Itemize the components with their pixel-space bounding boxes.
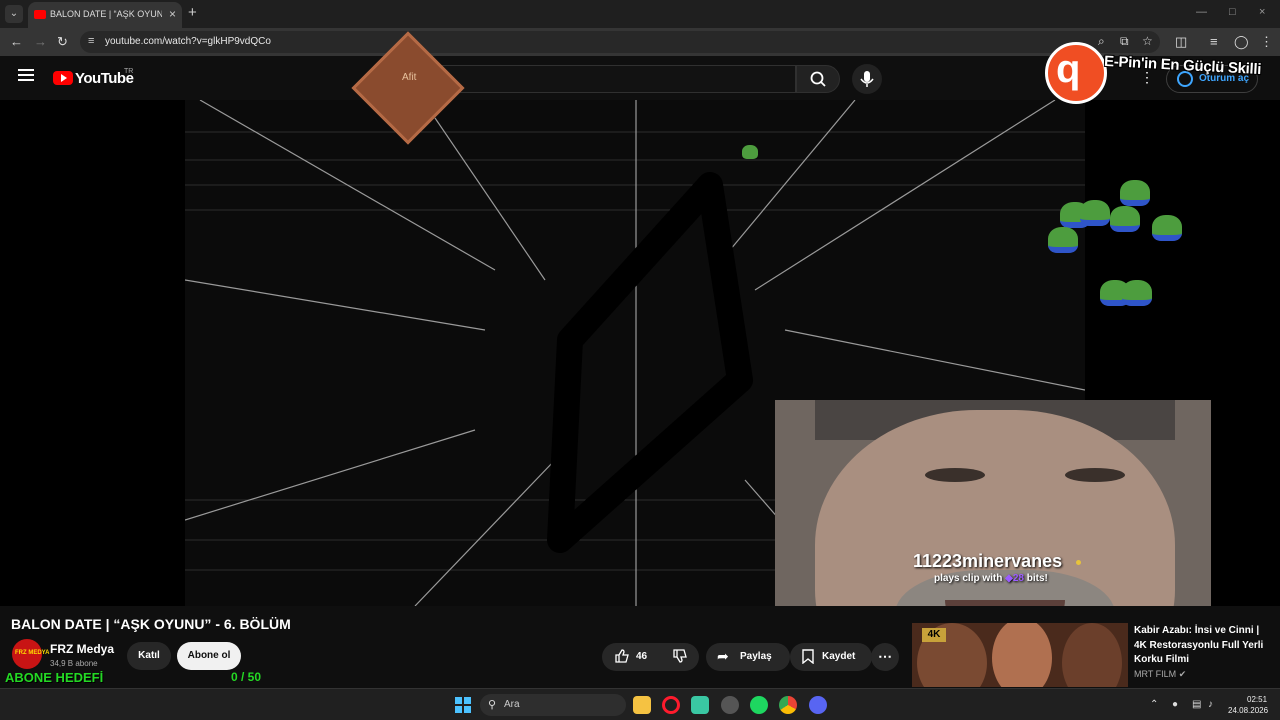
maximize-icon[interactable]: □ [1229, 6, 1236, 18]
youtube-logo-icon[interactable] [53, 71, 73, 85]
share-icon: ➦ [717, 648, 729, 664]
recommended-channel: MRT FILM ✔ [1134, 669, 1186, 680]
network-icon[interactable]: ▤ [1192, 699, 1201, 710]
frog-emote-icon [1152, 215, 1182, 241]
profile-icon[interactable]: ◯ [1234, 34, 1249, 50]
save-button[interactable]: Kaydet [790, 643, 872, 671]
subscriber-goal-label: ABONE HEDEFİ [5, 670, 104, 685]
clock-date[interactable]: 24.08.2026 [1228, 706, 1268, 715]
clip-subtitle-prefix: plays clip with [934, 573, 1003, 584]
tab-search-button[interactable]: ⌄ [5, 5, 23, 23]
4k-badge: 4K [922, 628, 946, 642]
extensions-icon[interactable]: ◫ [1175, 34, 1187, 50]
forward-icon[interactable]: → [34, 34, 47, 49]
tab-title: BALON DATE | “AŞK OYUNU” - 6. BÖLÜM [50, 9, 162, 19]
search-icon: ⚲ [488, 699, 497, 711]
windows-taskbar: ⚲ Ara ⌃ ● ▤ ♪ 02:51 24.08.2026 [0, 688, 1280, 720]
recommended-channel-name: MRT FILM [1134, 669, 1177, 679]
share-button[interactable]: ➦ Paylaş [706, 643, 790, 671]
share-label: Paylaş [740, 651, 772, 662]
search-button[interactable] [796, 65, 840, 93]
video-player[interactable] [0, 100, 1280, 606]
clock-time[interactable]: 02:51 [1247, 695, 1267, 704]
settings-app-icon[interactable] [721, 696, 739, 714]
frog-emote-icon [742, 145, 758, 159]
streamer-logo-letter: q [1056, 47, 1081, 91]
thumbs-down-icon [673, 649, 687, 663]
subscriber-goal-count: 0 / 50 [231, 670, 262, 684]
reload-icon[interactable]: ↻ [57, 34, 68, 50]
save-playlist-icon [802, 649, 814, 665]
verified-icon: ✔ [1178, 669, 1187, 679]
frog-emote-icon [1110, 206, 1140, 232]
address-bar[interactable]: ≡ youtube.com/watch?v=glkHP9vdQCo ⌕ ⧉ ☆ [80, 31, 1160, 53]
opera-icon[interactable] [662, 696, 680, 714]
tray-overflow-icon[interactable]: ⌃ [1150, 699, 1158, 710]
clip-smile [945, 600, 1065, 606]
microphone-icon [860, 71, 874, 87]
zoom-icon[interactable]: ⌕ [1098, 34, 1105, 49]
region-code: TR [124, 68, 134, 75]
like-button[interactable] [614, 648, 630, 667]
channel-name[interactable]: FRZ Medya [50, 642, 114, 656]
clip-subtitle-suffix: bits! [1026, 573, 1048, 584]
clip-eye-left [925, 468, 985, 482]
clip-badge-icon [1076, 560, 1081, 565]
spotify-icon[interactable] [750, 696, 768, 714]
browser-tab[interactable]: BALON DATE | “AŞK OYUNU” - 6. BÖLÜM × [28, 2, 182, 28]
clip-eye-right [1065, 468, 1125, 482]
reading-list-icon[interactable]: ≡ [1210, 34, 1218, 49]
browser-tab-bar: ⌄ BALON DATE | “AŞK OYUNU” - 6. BÖLÜM × … [0, 0, 1280, 28]
subscriber-count: 34,9 B abone [50, 659, 98, 668]
bits-icon: ◆ [1005, 573, 1013, 584]
join-button[interactable]: Katıl [127, 642, 171, 670]
browser-menu-icon[interactable]: ⋮ [1260, 34, 1273, 50]
window-close-icon[interactable]: × [1259, 6, 1265, 18]
volume-icon[interactable]: ♪ [1208, 699, 1213, 710]
like-count: 46 [636, 651, 648, 662]
youtube-favicon-icon [34, 10, 46, 19]
new-tab-icon[interactable]: + [188, 4, 197, 21]
dislike-button[interactable] [672, 648, 688, 667]
site-info-icon[interactable]: ≡ [88, 35, 94, 47]
install-app-icon[interactable]: ⧉ [1120, 34, 1129, 49]
bookmark-icon [801, 648, 815, 667]
chat-app-icon[interactable] [691, 696, 709, 714]
url-text[interactable]: youtube.com/watch?v=glkHP9vdQCo [105, 36, 271, 47]
thumbs-up-icon [615, 649, 629, 663]
tab-close-icon[interactable]: × [169, 7, 176, 21]
channel-avatar-text: FRZ MEDYA [15, 650, 50, 656]
discord-icon[interactable] [809, 696, 827, 714]
frog-emote-icon [1048, 227, 1078, 253]
menu-icon[interactable] [18, 69, 34, 81]
frog-emote-icon [1120, 180, 1150, 206]
microphone-tray-icon[interactable]: ● [1172, 699, 1178, 710]
voice-search-button[interactable] [852, 64, 882, 94]
back-icon[interactable]: ← [10, 34, 23, 49]
like-dislike-group: 46 [602, 643, 699, 671]
bookmark-star-icon[interactable]: ☆ [1142, 34, 1153, 48]
clip-bits-amount: 28 [1012, 573, 1024, 584]
diamond-sticker-text: Afit [402, 72, 417, 83]
chrome-icon[interactable] [779, 696, 797, 714]
minimize-icon[interactable]: — [1196, 6, 1207, 18]
save-label: Kaydet [822, 651, 856, 662]
windows-start-icon[interactable] [455, 697, 471, 713]
subscribe-button[interactable]: Abone ol [177, 642, 241, 670]
search-icon [810, 71, 826, 87]
frog-emote-icon [1122, 280, 1152, 306]
clip-username: 11223minervanes [913, 551, 1063, 571]
video-title: BALON DATE | “AŞK OYUNU” - 6. BÖLÜM [11, 616, 291, 632]
taskbar-search[interactable]: ⚲ Ara [480, 694, 626, 716]
recommended-video-title[interactable]: Kabir Azabı: İnsi ve Cinni | 4K Restoras… [1134, 624, 1274, 668]
taskbar-search-label: Ara [504, 699, 520, 710]
more-actions-button[interactable]: ⋯ [871, 643, 899, 671]
file-explorer-icon[interactable] [633, 696, 651, 714]
clip-subtitle: plays clip with ◆28 bits! [934, 573, 1048, 584]
more-actions-icon: ⋯ [878, 648, 892, 664]
frog-emote-icon [1080, 200, 1110, 226]
